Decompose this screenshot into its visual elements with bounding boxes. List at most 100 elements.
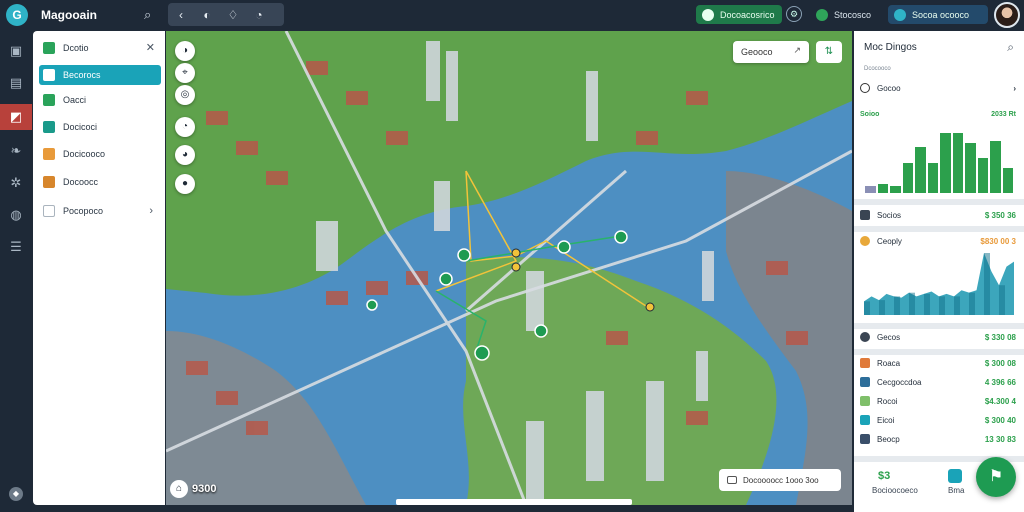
sidebar-item-1-icon xyxy=(43,69,55,81)
gear-icon[interactable]: ⚙ xyxy=(786,6,802,22)
globe-icon[interactable]: ◍ xyxy=(0,202,32,228)
status-icon xyxy=(702,8,714,21)
sidebar-item-label: Dcotio xyxy=(63,43,89,53)
area-chart-svg xyxy=(864,253,1020,315)
sidebar-item-0-icon xyxy=(43,42,55,54)
settings-icon[interactable]: ✲ xyxy=(0,170,32,196)
area-bar xyxy=(864,301,870,315)
back-tool-icon[interactable]: ‹ xyxy=(168,8,194,22)
chart-bar xyxy=(1002,167,1013,193)
section-socios[interactable]: Socios $ 350 36 xyxy=(860,206,1020,224)
metric-row[interactable]: Rocoi $4.300 4 xyxy=(860,392,1020,410)
status-pill-primary-label: Docoacosrico xyxy=(720,9,775,20)
right-panel: Moc Dingos ⌕ Dcocooco Gocoo › Soioo 2033… xyxy=(854,31,1024,512)
database-icon[interactable]: ☰ xyxy=(0,234,32,260)
metric-label: Eicoi xyxy=(877,415,895,425)
metric-label: Roaca xyxy=(877,358,901,368)
zoom-icon[interactable]: ⌂ xyxy=(170,480,188,498)
section-label: Gecos xyxy=(877,332,901,342)
panel-row-gocoo[interactable]: Gocoo › xyxy=(860,79,1020,97)
map-search-label: Geooco xyxy=(741,47,773,57)
sidebar-item-label: Becorocs xyxy=(63,70,101,80)
area-bar xyxy=(924,293,930,315)
metric-row[interactable]: Eicoi $ 300 40 xyxy=(860,411,1020,429)
search-icon[interactable]: ⌕ xyxy=(144,7,160,23)
gear-icon xyxy=(860,332,870,342)
pin-tool-icon[interactable]: ♢ xyxy=(220,8,246,22)
grid-icon[interactable]: ▤ xyxy=(0,70,32,96)
pin-icon[interactable]: ◎ xyxy=(175,85,195,105)
chart-1-value: 2033 Rt xyxy=(991,110,1016,118)
status-pill-secondary[interactable]: Stocosco xyxy=(810,5,878,24)
metric-label: Rocoi xyxy=(877,396,898,406)
layer-tool-icon[interactable]: ◐ xyxy=(194,8,220,22)
metric-label: Cecgoccdoa xyxy=(877,377,922,387)
search-icon[interactable]: ⌕ xyxy=(1007,40,1014,55)
chart-bar xyxy=(877,184,888,193)
metric-icon xyxy=(860,434,870,444)
status-pill-primary[interactable]: Docoacosrico xyxy=(696,5,782,24)
sidebar-item-6-icon xyxy=(43,205,55,217)
section-label: Ceoply xyxy=(877,236,902,246)
status-pill-tertiary-label: Socoa ocooco xyxy=(912,9,970,20)
kpi-label: Bocioocoeco xyxy=(872,486,918,495)
map-search-box[interactable]: Geooco ↗ xyxy=(733,41,809,63)
sidebar-item-2[interactable]: Oacci xyxy=(39,90,161,110)
section-gecos[interactable]: Gecos $ 330 08 xyxy=(860,328,1020,346)
cube-icon[interactable]: ▣ xyxy=(0,38,32,64)
panel-row-label: Gocoo xyxy=(877,83,901,93)
chart-bar xyxy=(902,162,913,193)
metric-label: Beocp xyxy=(877,434,900,444)
app-logo-icon[interactable]: G xyxy=(6,4,28,26)
chevron-right-icon[interactable]: › xyxy=(1013,84,1016,93)
expand-icon[interactable]: ↗ xyxy=(793,45,801,56)
metric-row[interactable]: Beocp 13 30 83 xyxy=(860,430,1020,448)
chart-1-label: Soioo xyxy=(860,110,880,118)
metric-value: $ 300 08 xyxy=(984,358,1016,368)
sidebar-item-label: Docoocc xyxy=(63,177,99,187)
sidebar-item-label: Docicoci xyxy=(63,122,98,132)
compass-icon[interactable]: ◑ xyxy=(175,41,195,61)
route-icon[interactable]: ◕ xyxy=(175,145,195,165)
metric-icon xyxy=(860,377,870,387)
shield-icon[interactable]: ◆ xyxy=(9,487,23,501)
info-icon[interactable]: ● xyxy=(175,174,195,194)
sidebar-item-4[interactable]: Docicooco xyxy=(39,144,161,164)
metric-row[interactable]: Roaca $ 300 08 xyxy=(860,354,1020,372)
locate-icon[interactable]: ⌖ xyxy=(175,63,195,83)
map-layer-icon[interactable]: ◩ xyxy=(0,104,32,130)
sidebar-item-5-icon xyxy=(43,176,55,188)
sidebar-item-0[interactable]: Dcotio xyxy=(39,38,161,58)
city-map[interactable]: ◑ ⌖ ◎ ◔ ◕ ● Geooco ↗ ⇅ ⌂ 9300 Docoooocc … xyxy=(166,31,852,505)
chevron-right-icon[interactable]: › xyxy=(149,205,153,217)
area-chart xyxy=(864,253,1020,315)
metric-row[interactable]: Cecgoccdoa 4 396 66 xyxy=(860,373,1020,391)
top-bar: G Magooain ⌕ ‹ ◐ ♢ ◔ Docoacosrico ⚙ Stoc… xyxy=(0,0,1024,30)
sidebar-item-5[interactable]: Docoocc xyxy=(39,172,161,192)
measure-tool-icon[interactable]: ◔ xyxy=(246,8,272,22)
section-label: Socios xyxy=(877,210,902,220)
section-ceoply[interactable]: Ceoply $830 00 3 xyxy=(860,232,1020,250)
kpi-mid-label: Bma xyxy=(948,486,965,495)
route-chip-label: Docoooocc 1ooo 3oo xyxy=(743,475,819,485)
status-pill-secondary-label: Stocosco xyxy=(834,9,872,20)
map-canvas[interactable] xyxy=(166,31,852,505)
route-chip[interactable]: Docoooocc 1ooo 3oo xyxy=(719,469,841,491)
area-bar xyxy=(939,296,945,315)
area-bar xyxy=(894,296,900,315)
sidebar-item-3[interactable]: Docicoci xyxy=(39,117,161,137)
sidebar-item-1[interactable]: Becorocs xyxy=(39,65,161,85)
map-action-button[interactable]: ⇅ xyxy=(816,41,842,63)
status-pill-tertiary[interactable]: Socoa ocooco xyxy=(888,5,988,24)
chart-bar xyxy=(865,185,876,193)
avatar[interactable] xyxy=(994,2,1020,28)
layers-icon[interactable]: ◔ xyxy=(175,117,195,137)
chart-bar xyxy=(952,132,963,193)
metric-icon xyxy=(860,415,870,425)
add-location-button[interactable]: ⚑ xyxy=(976,457,1016,497)
map-toolbar: ‹ ◐ ♢ ◔ xyxy=(168,3,284,26)
sidebar-item-6[interactable]: Pocopoco › xyxy=(39,201,161,221)
area-bar xyxy=(999,285,1005,315)
leaf-icon[interactable]: ❧ xyxy=(0,138,32,164)
arrow-icon[interactable] xyxy=(948,469,962,483)
